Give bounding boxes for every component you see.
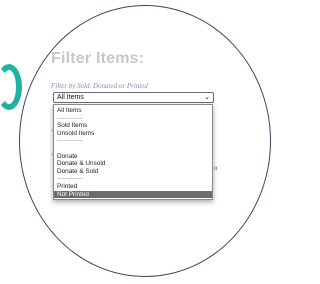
- filter-items-title: Filter Items:: [51, 50, 145, 67]
- option-blank: [54, 145, 212, 153]
- filter-by-label: Filter by Sold, Donated or Printed: [51, 82, 148, 90]
- partial-teal-glyph: [0, 64, 22, 110]
- option-sold-items[interactable]: Sold Items: [54, 122, 212, 130]
- option-separator: --------------: [57, 114, 83, 122]
- filter-select[interactable]: All Items ⌄: [53, 92, 214, 103]
- option-separator: --------------: [57, 175, 83, 183]
- option-printed[interactable]: Printed: [54, 183, 212, 191]
- hidden-go-fragment: o: [214, 166, 218, 172]
- filter-dropdown-list[interactable]: All Items -------------- Sold Items Unso…: [53, 104, 213, 201]
- option-all-items[interactable]: All Items: [54, 107, 212, 115]
- option-not-printed[interactable]: Not Printed: [54, 190, 212, 199]
- chevron-down-icon[interactable]: ⌄: [204, 93, 210, 102]
- option-unsold-items[interactable]: Unsold Items: [54, 130, 212, 138]
- option-donate-sold[interactable]: Donate & Sold: [54, 168, 212, 176]
- option-donate[interactable]: Donate: [54, 153, 212, 161]
- option-donate-unsold[interactable]: Donate & Unsold: [54, 160, 212, 168]
- option-separator: --------------: [57, 137, 83, 145]
- filter-select-value: All Items: [57, 94, 84, 101]
